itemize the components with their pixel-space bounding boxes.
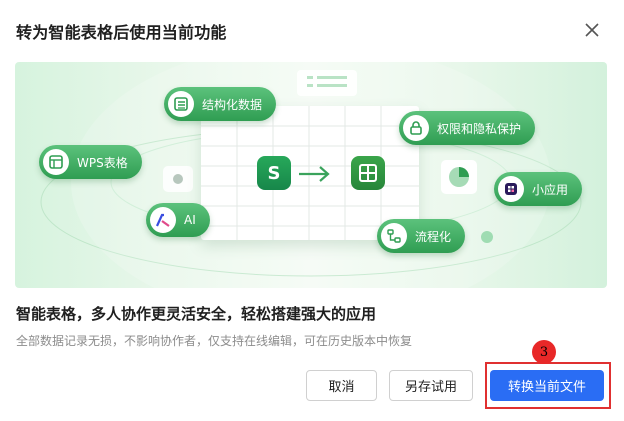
feature-label: 流程化 (415, 229, 452, 244)
close-button[interactable] (581, 19, 603, 41)
dialog-title: 转为智能表格后使用当前功能 (16, 23, 227, 42)
cancel-button[interactable]: 取消 (306, 370, 377, 401)
lock-icon (403, 115, 429, 141)
feature-illustration: S 结构化数据 WPS表格 AI 权限和隐私保护 小应用 流程化 (15, 62, 607, 288)
ai-icon (150, 207, 176, 233)
feature-ai: AI (146, 203, 210, 237)
save-as-trial-button[interactable]: 另存试用 (389, 370, 473, 401)
flow-icon (381, 223, 407, 249)
convert-dialog: 转为智能表格后使用当前功能 S 结构化数据 WPS表格 AI 权限和隐私保护 小… (0, 0, 624, 421)
feature-label: 小应用 (532, 182, 569, 197)
feature-label: 权限和隐私保护 (437, 121, 522, 136)
feature-structured-data: 结构化数据 (164, 87, 277, 121)
feature-label: 结构化数据 (202, 97, 263, 112)
convert-current-file-button[interactable]: 转换当前文件 (490, 370, 604, 401)
feature-wps-sheet: WPS表格 (39, 145, 142, 179)
description: 全部数据记录无损，不影响协作者，仅支持在线编辑，可在历史版本中恢复 (16, 334, 413, 348)
step-number-badge: 3 (532, 340, 556, 364)
smart-table-target-icon (351, 156, 385, 190)
close-icon (585, 23, 599, 37)
headline: 智能表格，多人协作更灵活安全，轻松搭建强大的应用 (16, 305, 377, 323)
feature-mini-app: 小应用 (494, 172, 583, 206)
app-grid-icon (498, 176, 524, 202)
feature-label: WPS表格 (77, 155, 128, 170)
spreadsheet-icon (43, 149, 69, 175)
table-list-icon (168, 91, 194, 117)
source-badge-letter: S (267, 162, 281, 184)
feature-label: AI (184, 213, 196, 227)
sheets-source-icon: S (257, 156, 291, 190)
feature-permission-privacy: 权限和隐私保护 (399, 111, 536, 145)
feature-workflow: 流程化 (377, 219, 466, 253)
